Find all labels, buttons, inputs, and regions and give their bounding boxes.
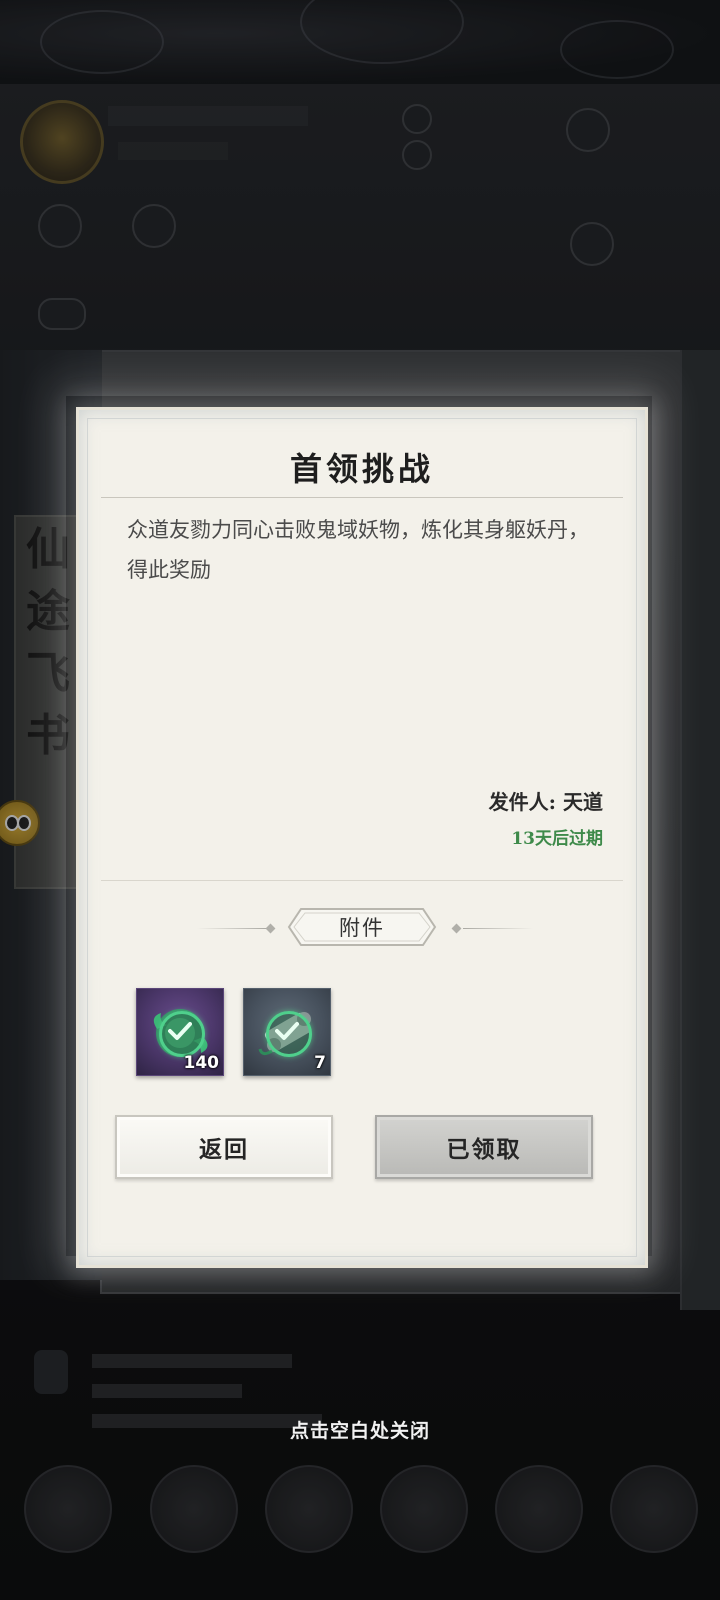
expiry-text: 13天后过期	[511, 829, 603, 849]
item-quantity: 7	[314, 1053, 326, 1073]
mail-body-text: 众道友勠力同心击败鬼域妖物，炼化其身躯妖丹，得此奖励	[127, 518, 589, 582]
claimed-check-icon	[159, 1011, 205, 1057]
divider-diamond-icon	[265, 923, 276, 934]
attachment-label: 附件	[339, 916, 385, 940]
claimed-button[interactable]: 已领取	[375, 1115, 593, 1179]
dialog-title: 首领挑战	[289, 450, 434, 488]
claimed-check-icon	[266, 1011, 312, 1057]
tap-to-close-hint: 点击空白处关闭	[289, 1420, 430, 1442]
sender-label: 发件人: 天道	[488, 790, 603, 814]
section-divider	[101, 880, 623, 881]
attachment-item[interactable]: 140	[136, 988, 224, 1076]
attachment-item[interactable]: 7	[243, 988, 331, 1076]
item-quantity: 140	[183, 1053, 220, 1073]
attachment-header: 附件	[287, 907, 437, 947]
mail-detail-dialog: 首领挑战 众道友勠力同心击败鬼域妖物，炼化其身躯妖丹，得此奖励 发件人: 天道 …	[76, 407, 648, 1268]
title-divider	[101, 497, 623, 498]
attachment-divider-left	[197, 928, 267, 929]
back-button[interactable]: 返回	[115, 1115, 333, 1179]
screen: 仙 途 飞 书 首领挑战 众道友勠力同心击败鬼域妖物，炼化其身躯妖丹，得此奖励 …	[0, 0, 720, 1600]
attachment-divider-right	[463, 928, 533, 929]
divider-diamond-icon	[451, 923, 462, 934]
